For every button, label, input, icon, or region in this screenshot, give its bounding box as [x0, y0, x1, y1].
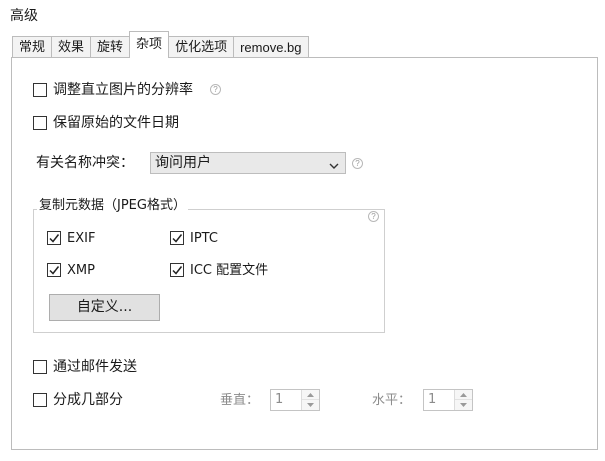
triangle-up-icon[interactable]: [455, 390, 472, 400]
horizontal-spinbox[interactable]: 1: [423, 389, 473, 411]
metadata-group-title: 复制元数据（JPEG格式）: [37, 198, 188, 214]
exif-checkbox[interactable]: [47, 231, 61, 245]
chevron-down-icon: [329, 159, 339, 174]
horizontal-value: 1: [428, 392, 437, 407]
adjust-resolution-checkbox[interactable]: [33, 83, 47, 97]
question-circle-icon[interactable]: ?: [352, 158, 363, 169]
horizontal-label: 水平：: [372, 393, 412, 408]
tab-effects[interactable]: 效果: [51, 36, 92, 57]
checkmark-icon: [172, 234, 183, 243]
question-circle-icon[interactable]: ?: [210, 84, 221, 95]
triangle-down-icon[interactable]: [455, 400, 472, 410]
checkmark-icon: [172, 266, 183, 275]
name-conflict-value: 询问用户: [155, 155, 211, 171]
send-email-label: 通过邮件发送: [53, 359, 137, 375]
name-conflict-label: 有关名称冲突：: [36, 155, 134, 171]
split-label: 分成几部分: [53, 392, 123, 408]
section-title: 高级: [10, 8, 38, 24]
tab-strip: 常规 效果 旋转 杂项 优化选项 remove.bg: [12, 31, 309, 58]
checkmark-icon: [49, 266, 60, 275]
tab-misc[interactable]: 杂项: [129, 31, 170, 58]
keep-file-date-checkbox[interactable]: [33, 116, 47, 130]
icc-label: ICC 配置文件: [190, 263, 269, 278]
tab-removebg[interactable]: remove.bg: [233, 36, 309, 57]
checkmark-icon: [49, 234, 60, 243]
tab-general[interactable]: 常规: [12, 36, 53, 57]
iptc-checkbox[interactable]: [170, 231, 184, 245]
split-checkbox[interactable]: [33, 393, 47, 407]
tab-rotate[interactable]: 旋转: [90, 36, 131, 57]
exif-label: EXIF: [67, 231, 96, 246]
vertical-label: 垂直：: [220, 393, 260, 408]
icc-checkbox[interactable]: [170, 263, 184, 277]
iptc-label: IPTC: [190, 231, 218, 246]
send-email-checkbox[interactable]: [33, 360, 47, 374]
triangle-down-icon[interactable]: [302, 400, 319, 410]
xmp-checkbox[interactable]: [47, 263, 61, 277]
tab-optimize[interactable]: 优化选项: [168, 36, 235, 57]
name-conflict-select[interactable]: 询问用户: [150, 152, 346, 174]
adjust-resolution-label: 调整直立图片的分辨率: [53, 82, 193, 98]
horizontal-spin-buttons: [454, 390, 472, 410]
xmp-label: XMP: [67, 263, 95, 278]
vertical-spin-buttons: [301, 390, 319, 410]
triangle-up-icon[interactable]: [302, 390, 319, 400]
keep-file-date-label: 保留原始的文件日期: [53, 115, 179, 131]
vertical-value: 1: [275, 392, 284, 407]
vertical-spinbox[interactable]: 1: [270, 389, 320, 411]
customize-button[interactable]: 自定义...: [49, 294, 160, 321]
question-circle-icon[interactable]: ?: [368, 211, 379, 222]
